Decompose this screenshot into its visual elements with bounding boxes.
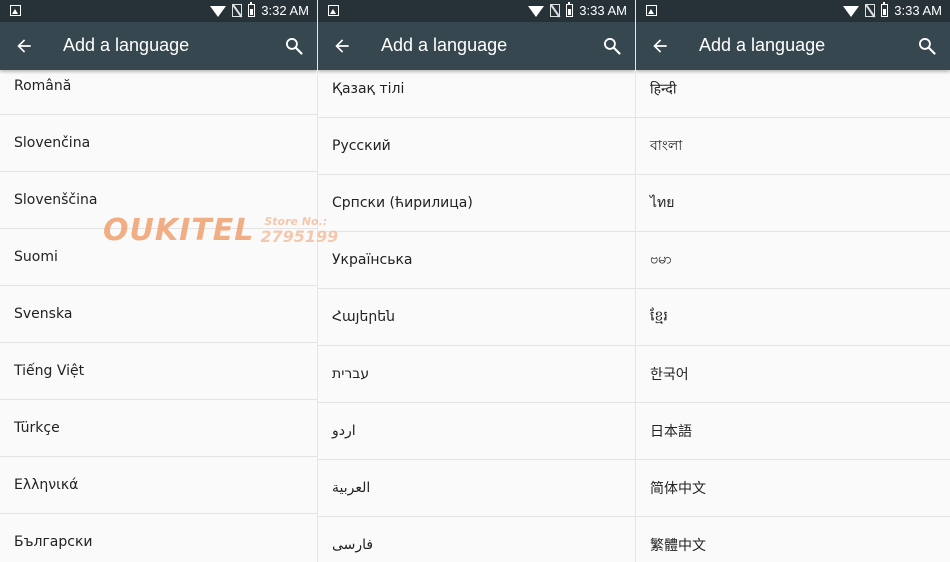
- wifi-icon: [210, 6, 227, 17]
- language-item[interactable]: Українська: [318, 232, 635, 289]
- back-arrow-icon[interactable]: [332, 36, 352, 56]
- language-item[interactable]: עברית: [318, 346, 635, 403]
- status-bar: 3:32 AM: [0, 0, 317, 22]
- image-icon: [646, 5, 657, 16]
- back-arrow-icon[interactable]: [14, 36, 34, 56]
- language-item[interactable]: Русский: [318, 118, 635, 175]
- language-item[interactable]: 繁體中文: [636, 517, 950, 562]
- page-title: Add a language: [381, 35, 508, 55]
- battery-icon: [881, 2, 889, 17]
- search-icon[interactable]: [917, 36, 937, 56]
- battery-icon: [566, 2, 574, 17]
- status-bar: 3:33 AM: [636, 0, 950, 22]
- no-sim-icon: [232, 4, 243, 17]
- status-time: 3:32 AM: [261, 3, 309, 18]
- status-time: 3:33 AM: [894, 3, 942, 18]
- toolbar: Add a language: [318, 22, 635, 70]
- search-icon[interactable]: [602, 36, 622, 56]
- language-item[interactable]: Slovenčina: [0, 115, 317, 172]
- status-bar: 3:33 AM: [318, 0, 635, 22]
- screen-2: 3:33 AM Add a language Қазақ тілі Русски…: [318, 0, 636, 562]
- language-list: हिन्दी বাংলা ไทย ဗမာ ខ្មែរ 한국어 日本語 简体中文 …: [636, 61, 950, 562]
- language-item[interactable]: Svenska: [0, 286, 317, 343]
- wifi-icon: [528, 6, 545, 17]
- language-item[interactable]: ខ្មែរ: [636, 289, 950, 346]
- language-list: Қазақ тілі Русский Српски (ћирилица) Укр…: [318, 61, 635, 562]
- language-item[interactable]: Հայերեն: [318, 289, 635, 346]
- language-item[interactable]: 简体中文: [636, 460, 950, 517]
- language-item[interactable]: 日本語: [636, 403, 950, 460]
- language-item[interactable]: ไทย: [636, 175, 950, 232]
- status-time: 3:33 AM: [579, 3, 627, 18]
- language-item[interactable]: Suomi: [0, 229, 317, 286]
- search-icon[interactable]: [284, 36, 304, 56]
- toolbar: Add a language: [0, 22, 317, 70]
- no-sim-icon: [865, 4, 876, 17]
- language-item[interactable]: ဗမာ: [636, 232, 950, 289]
- wifi-icon: [843, 6, 860, 17]
- screen-3: 3:33 AM Add a language हिन्दी বাংলা ไทย …: [636, 0, 950, 562]
- language-item[interactable]: Tiếng Việt: [0, 343, 317, 400]
- language-item[interactable]: বাংলা: [636, 118, 950, 175]
- page-title: Add a language: [699, 35, 826, 55]
- language-item[interactable]: اردو: [318, 403, 635, 460]
- language-item[interactable]: Български: [0, 514, 317, 562]
- image-icon: [10, 5, 21, 16]
- language-item[interactable]: Српски (ћирилица): [318, 175, 635, 232]
- language-item[interactable]: العربية: [318, 460, 635, 517]
- page-title: Add a language: [63, 35, 190, 55]
- language-item[interactable]: Slovenščina: [0, 172, 317, 229]
- back-arrow-icon[interactable]: [650, 36, 670, 56]
- battery-icon: [248, 2, 256, 17]
- screen-1: 3:32 AM Add a language Română Slovenčina…: [0, 0, 318, 562]
- no-sim-icon: [550, 4, 561, 17]
- toolbar: Add a language: [636, 22, 950, 70]
- language-list: Română Slovenčina Slovenščina Suomi Sven…: [0, 58, 317, 562]
- language-item[interactable]: Ελληνικά: [0, 457, 317, 514]
- language-item[interactable]: Türkçe: [0, 400, 317, 457]
- image-icon: [328, 5, 339, 16]
- language-item[interactable]: 한국어: [636, 346, 950, 403]
- language-item[interactable]: فارسی: [318, 517, 635, 562]
